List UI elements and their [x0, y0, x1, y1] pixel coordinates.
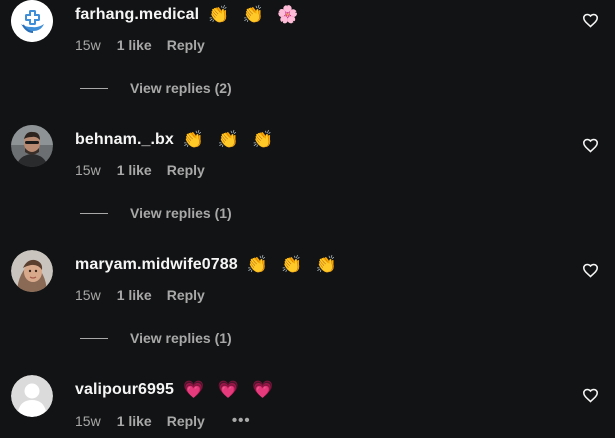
comment-meta: 15w 1 like Reply	[75, 162, 205, 178]
heart-outline-icon[interactable]	[582, 262, 599, 279]
profile-photo-avatar-icon	[11, 250, 53, 292]
comment-time[interactable]: 15w	[75, 287, 101, 303]
comment-time[interactable]: 15w	[75, 37, 101, 53]
view-replies-label: View replies (2)	[130, 80, 232, 96]
heart-outline-icon[interactable]	[582, 387, 599, 404]
profile-photo-avatar-icon	[11, 125, 53, 167]
comment-time[interactable]: 15w	[75, 413, 101, 429]
view-replies-label: View replies (1)	[130, 330, 232, 346]
comment-header: farhang.medical 👏 👏 🌸	[75, 5, 303, 25]
avatar[interactable]	[11, 375, 53, 417]
avatar[interactable]	[11, 250, 53, 292]
reply-button[interactable]: Reply	[167, 413, 205, 429]
likes-count[interactable]: 1 like	[117, 287, 152, 303]
default-user-avatar-icon	[11, 375, 53, 417]
comment-meta: 15w 1 like Reply	[75, 37, 205, 53]
view-replies-button[interactable]: View replies (1)	[80, 330, 232, 346]
username-link[interactable]: valipour6995	[75, 381, 174, 399]
heart-outline-icon[interactable]	[582, 137, 599, 154]
avatar[interactable]	[11, 125, 53, 167]
likes-count[interactable]: 1 like	[117, 162, 152, 178]
reply-button[interactable]: Reply	[167, 287, 205, 303]
likes-count[interactable]: 1 like	[117, 37, 152, 53]
comment-text: 👏 👏 🌸	[208, 5, 303, 25]
medical-logo-avatar-icon	[11, 0, 53, 42]
replies-divider	[80, 337, 108, 339]
replies-divider	[80, 212, 108, 214]
comment-time[interactable]: 15w	[75, 162, 101, 178]
heart-outline-icon[interactable]	[582, 12, 599, 29]
comment-header: maryam.midwife0788 👏 👏 👏	[75, 255, 341, 275]
reply-button[interactable]: Reply	[167, 37, 205, 53]
comment-text: 👏 👏 👏	[246, 255, 342, 275]
view-replies-label: View replies (1)	[130, 205, 232, 221]
username-link[interactable]: maryam.midwife0788	[75, 256, 238, 274]
comment-text: 👏 👏 👏	[182, 130, 278, 150]
avatar[interactable]	[11, 0, 53, 42]
view-replies-button[interactable]: View replies (1)	[80, 205, 232, 221]
comment-meta: 15w 1 like Reply •••	[75, 412, 251, 429]
likes-count[interactable]: 1 like	[117, 413, 152, 429]
username-link[interactable]: farhang.medical	[75, 6, 199, 24]
comment-header: valipour6995 💗 💗 💗	[75, 380, 277, 400]
comment-meta: 15w 1 like Reply	[75, 287, 205, 303]
more-options-icon[interactable]: •••	[232, 412, 251, 429]
replies-divider	[80, 87, 108, 89]
comment-header: behnam._.bx 👏 👏 👏	[75, 130, 277, 150]
reply-button[interactable]: Reply	[167, 162, 205, 178]
comment-text: 💗 💗 💗	[183, 380, 278, 400]
view-replies-button[interactable]: View replies (2)	[80, 80, 232, 96]
username-link[interactable]: behnam._.bx	[75, 131, 174, 149]
